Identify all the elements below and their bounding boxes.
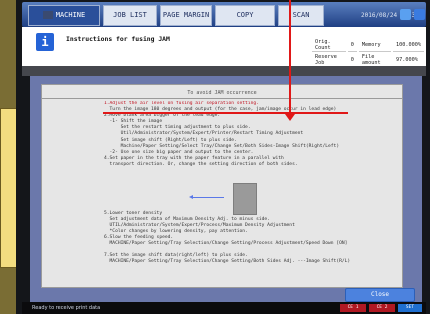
annotation-underline [103,112,348,114]
help-icon[interactable] [400,9,411,20]
instruction-document: To avoid JAM occurrence 1.Adjust the air… [41,84,403,288]
status-box: CE 2 [369,304,395,312]
tab-machine[interactable]: MACHINE [28,5,100,26]
instruction-lines: Turn the image 180 degrees and output (f… [104,107,351,265]
highlighted-step: 1.Adjust the air level on fusing air sep… [104,101,259,106]
annotation-arrow-head-icon [285,114,295,121]
counter-table: Orig. Count 0 Memory 100.000% Reserve Jo… [310,37,426,69]
annotation-arrow-line [289,0,291,118]
status-message: Ready to receive print data [32,305,101,311]
header-divider-band [22,66,426,76]
settings-icon[interactable] [414,9,425,20]
top-tab-bar: MACHINE JOB LIST PAGE MARGIN COPY SCAN 2… [22,2,426,27]
page-title: Instructions for fusing JAM [66,35,170,43]
status-box: CE 1 [340,304,366,312]
content-panel: To avoid JAM occurrence 1.Adjust the air… [30,76,422,302]
status-box: SET [398,304,422,312]
tab-job-list[interactable]: JOB LIST [103,5,157,26]
title-divider [42,98,402,99]
tab-copy[interactable]: COPY [215,5,275,26]
close-button[interactable]: Close [345,288,415,302]
paper-illustration [233,183,257,215]
feed-direction-arrow-icon [189,195,224,199]
machine-icon [42,11,53,19]
tab-scan[interactable]: SCAN [278,5,324,26]
status-bar: Ready to receive print data CE 1 CE 2 SE… [22,302,426,314]
info-icon: i [36,33,54,51]
stat-value: 0 [347,39,357,52]
stat-label: Memory [358,39,391,52]
instruction-header: i Instructions for fusing JAM Orig. Coun… [22,27,426,69]
document-title: To avoid JAM occurrence [187,90,257,96]
stat-label: Orig. Count [312,39,346,52]
tab-page-margin[interactable]: PAGE MARGIN [160,5,212,26]
stat-value: 100.000% [392,39,424,52]
